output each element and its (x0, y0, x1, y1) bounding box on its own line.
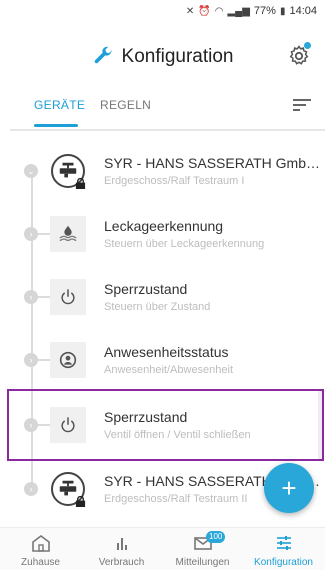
sort-filter-icon[interactable] (293, 98, 311, 112)
clock: 14:04 (289, 5, 317, 17)
chevron-right-icon[interactable]: › (24, 482, 38, 496)
lock-icon (75, 178, 86, 189)
nav-label: Zuhause (21, 557, 60, 568)
device-row[interactable]: › Leckageerkennung Steuern über Leckagee… (0, 203, 325, 265)
device-row[interactable]: › Sperrzustand Steuern über Zustand (0, 266, 325, 328)
device-row[interactable]: ⌄ SYR - HANS SASSERATH GmbH S... Erdgesc… (0, 140, 325, 202)
tab-bar: GERÄTE REGELN (0, 88, 325, 130)
notification-dot (304, 42, 311, 49)
device-name: Sperrzustand (104, 281, 188, 297)
mute-icon: ✕ (185, 5, 195, 17)
battery-icon: ▮ (279, 5, 286, 17)
device-name: SYR - HANS SASSERATH GmbH S... (104, 155, 322, 171)
settings-button[interactable] (287, 42, 311, 68)
nav-item-notifications[interactable]: 100 Mitteilungen (162, 528, 243, 570)
nav-label: Mitteilungen (175, 557, 230, 568)
tab-rules[interactable]: REGELN (100, 98, 151, 112)
add-button[interactable]: + (264, 463, 314, 513)
device-location: Erdgeschoss/Ralf Testraum I (104, 175, 245, 187)
nav-item-configuration[interactable]: Konfiguration (243, 528, 324, 570)
nav-label: Verbrauch (98, 557, 145, 568)
nav-label: Konfiguration (254, 557, 313, 568)
page-title: Konfiguration (121, 46, 234, 67)
device-name: Anwesenheitsstatus (104, 344, 229, 360)
bottom-nav: Zuhause Verbrauch 100 Mitteilungen Konfi… (0, 527, 325, 570)
bar-chart-icon (116, 538, 127, 550)
wifi-icon: ◠ (214, 5, 224, 17)
active-tab-indicator (34, 124, 78, 127)
chevron-down-icon[interactable]: ⌄ (24, 164, 38, 178)
device-description: Anwesenheit/Abwesenheit (104, 364, 234, 376)
battery-percent: 77% (253, 5, 276, 17)
chevron-right-icon[interactable]: › (24, 227, 38, 241)
faucet-icon (51, 154, 86, 189)
presence-icon (50, 342, 86, 378)
chevron-right-icon[interactable]: › (24, 290, 38, 304)
sliders-icon (276, 536, 291, 550)
device-description: Steuern über Leckageerkennung (104, 238, 265, 250)
faucet-icon (51, 472, 86, 507)
nav-item-consumption[interactable]: Verbrauch (81, 528, 162, 570)
signal-icon: ▂▄▆ (227, 5, 250, 17)
device-row[interactable]: › Anwesenheitsstatus Anwesenheit/Abwesen… (0, 329, 325, 391)
selection-highlight (7, 389, 324, 461)
notification-badge: 100 (206, 531, 226, 543)
nav-item-home[interactable]: Zuhause (0, 528, 81, 570)
device-name: Leckageerkennung (104, 218, 224, 234)
wrench-icon (94, 46, 112, 64)
app-header: Konfiguration (0, 40, 325, 74)
home-icon (31, 535, 50, 552)
lock-icon (75, 496, 86, 507)
water-leak-icon (50, 216, 86, 252)
status-bar: ✕ ⏰ ◠ ▂▄▆ 77% ▮ 14:04 (0, 0, 325, 22)
chevron-right-icon[interactable]: › (24, 353, 38, 367)
power-icon (50, 279, 86, 315)
divider (10, 129, 325, 131)
device-description: Steuern über Zustand (104, 301, 211, 313)
tab-devices[interactable]: GERÄTE (34, 98, 85, 112)
alarm-icon: ⏰ (198, 5, 211, 17)
